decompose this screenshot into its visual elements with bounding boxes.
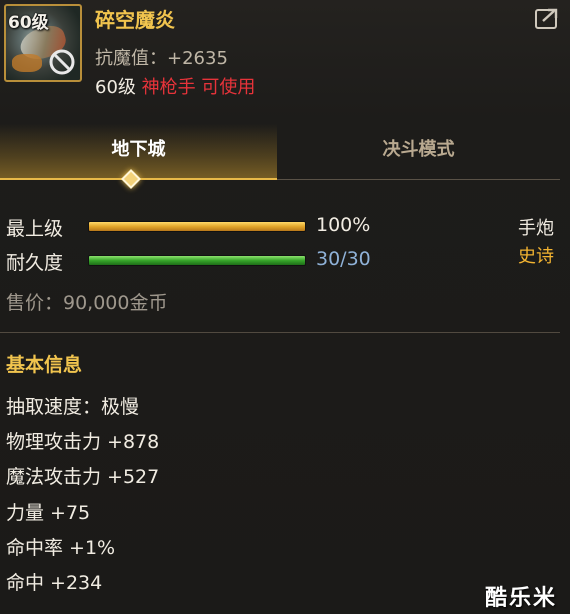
no-use-icon	[49, 49, 75, 75]
watermark: 酷乐米	[485, 586, 558, 611]
sell-price: 售价：90,000金币	[6, 292, 168, 314]
weapon-type: 手炮	[518, 218, 554, 239]
grade-bar-fill	[89, 222, 305, 231]
durability-value: 30/30	[316, 248, 371, 270]
item-name: 碎空魔炎	[95, 8, 175, 32]
share-icon[interactable]	[534, 6, 560, 30]
tab-duel-mode[interactable]: 决斗模式	[277, 124, 560, 180]
attribute-line: 力量 +75	[6, 502, 91, 524]
durability-bar	[88, 255, 306, 266]
durability-bar-fill	[89, 256, 305, 265]
weapon-art-icon[interactable]: 60级	[4, 4, 82, 82]
anti-magic-value: 抗魔值：+2635	[95, 48, 228, 69]
attribute-line: 命中率 +1%	[6, 537, 116, 559]
grade-value: 100%	[316, 214, 371, 236]
basic-info-title: 基本信息	[6, 354, 83, 376]
mode-tabs: 地下城 决斗模式	[0, 124, 560, 189]
attribute-line: 魔法攻击力 +527	[6, 466, 160, 488]
divider	[0, 332, 560, 333]
rarity-label: 史诗	[518, 246, 554, 267]
attribute-line: 命中 +234	[6, 572, 103, 594]
durability-label: 耐久度	[6, 252, 64, 274]
required-level: 60级	[95, 77, 136, 98]
tab-dungeon[interactable]: 地下城	[0, 124, 277, 180]
requirement-line: 60级 神枪手 可使用	[95, 73, 255, 99]
level-badge: 60级	[8, 13, 49, 33]
grade-bar	[88, 221, 306, 232]
grade-label: 最上级	[6, 218, 64, 240]
attribute-line: 物理攻击力 +878	[6, 431, 160, 453]
required-class: 神枪手 可使用	[141, 77, 256, 98]
attribute-line: 抽取速度：极慢	[6, 396, 140, 418]
item-tooltip: 60级 碎空魔炎 抗魔值：+2635 60级 神枪手 可使用 地下城 决斗模式 …	[0, 0, 570, 614]
